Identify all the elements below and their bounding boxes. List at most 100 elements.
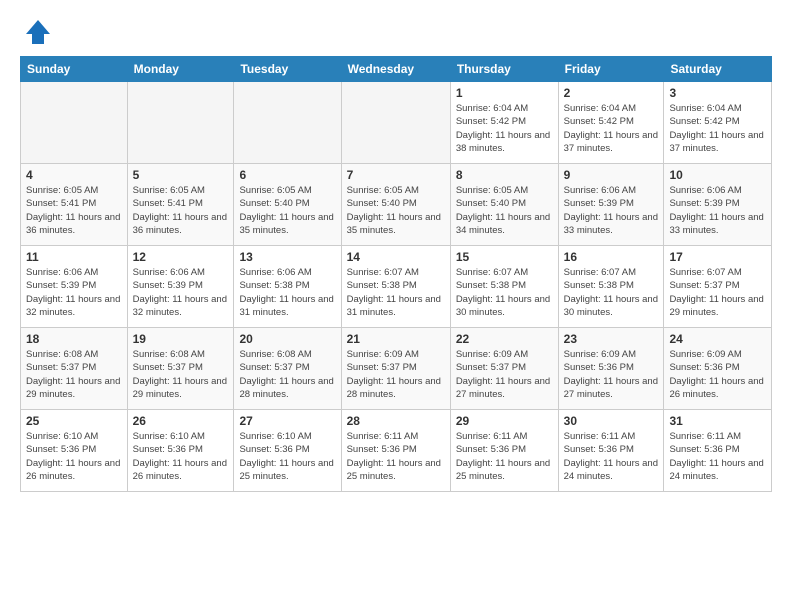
calendar-cell: 30Sunrise: 6:11 AM Sunset: 5:36 PM Dayli… xyxy=(558,410,664,492)
day-number: 5 xyxy=(133,168,229,182)
calendar-cell: 22 Sunrise: 6:09 AM Sunset: 5:37 PM Dayli… xyxy=(450,328,558,410)
day-number: 28 xyxy=(347,414,445,428)
day-number: 29 xyxy=(456,414,553,428)
day-info: Sunrise: 6:04 AM Sunset: 5:42 PM Dayligh… xyxy=(669,102,766,155)
calendar-cell: 12 Sunrise: 6:06 AM Sunset: 5:39 PM Dayli… xyxy=(127,246,234,328)
day-info: Sunrise: 6:11 AM Sunset: 5:36 PM Dayligh… xyxy=(456,430,553,483)
calendar-cell: 7Sunrise: 6:05 AM Sunset: 5:40 PM Daylig… xyxy=(341,164,450,246)
calendar-cell: 27Sunrise: 6:10 AM Sunset: 5:36 PM Dayli… xyxy=(234,410,341,492)
day-info: Sunrise: 6:09 AM Sunset: 5:36 PM Dayligh… xyxy=(564,348,659,401)
day-number: 14 xyxy=(347,250,445,264)
day-info: Sunrise: 6:10 AM Sunset: 5:36 PM Dayligh… xyxy=(26,430,122,483)
calendar-cell: 19 Sunrise: 6:08 AM Sunset: 5:37 PM Dayli… xyxy=(127,328,234,410)
day-number: 9 xyxy=(564,168,659,182)
day-info: Sunrise: 6:06 AM Sunset: 5:39 PM Dayligh… xyxy=(669,184,766,237)
calendar-cell: 20 Sunrise: 6:08 AM Sunset: 5:37 PM Dayli… xyxy=(234,328,341,410)
calendar-cell: 17 Sunrise: 6:07 AM Sunset: 5:37 PM Dayli… xyxy=(664,246,772,328)
day-info: Sunrise: 6:11 AM Sunset: 5:36 PM Dayligh… xyxy=(347,430,445,483)
day-info: Sunrise: 6:07 AM Sunset: 5:37 PM Dayligh… xyxy=(669,266,766,319)
calendar-cell: 13 Sunrise: 6:06 AM Sunset: 5:38 PM Dayli… xyxy=(234,246,341,328)
day-info: Sunrise: 6:04 AM Sunset: 5:42 PM Dayligh… xyxy=(456,102,553,155)
day-info: Sunrise: 6:06 AM Sunset: 5:39 PM Dayligh… xyxy=(133,266,229,319)
day-number: 18 xyxy=(26,332,122,346)
day-number: 8 xyxy=(456,168,553,182)
calendar-cell: 25 Sunrise: 6:10 AM Sunset: 5:36 PM Dayli… xyxy=(21,410,128,492)
day-info: Sunrise: 6:04 AM Sunset: 5:42 PM Dayligh… xyxy=(564,102,659,155)
calendar-cell: 3 Sunrise: 6:04 AM Sunset: 5:42 PM Daylig… xyxy=(664,82,772,164)
day-info: Sunrise: 6:05 AM Sunset: 5:41 PM Dayligh… xyxy=(26,184,122,237)
calendar-cell: 4 Sunrise: 6:05 AM Sunset: 5:41 PM Daylig… xyxy=(21,164,128,246)
week-row-4: 18 Sunrise: 6:08 AM Sunset: 5:37 PM Dayli… xyxy=(21,328,772,410)
day-number: 31 xyxy=(669,414,766,428)
calendar-cell: 28 Sunrise: 6:11 AM Sunset: 5:36 PM Dayli… xyxy=(341,410,450,492)
calendar-cell xyxy=(127,82,234,164)
day-info: Sunrise: 6:08 AM Sunset: 5:37 PM Dayligh… xyxy=(133,348,229,401)
weekday-header-sunday: Sunday xyxy=(21,57,128,82)
calendar-cell: 18Sunrise: 6:08 AM Sunset: 5:37 PM Dayli… xyxy=(21,328,128,410)
day-number: 6 xyxy=(239,168,335,182)
day-number: 21 xyxy=(347,332,445,346)
day-number: 1 xyxy=(456,86,553,100)
day-info: Sunrise: 6:05 AM Sunset: 5:40 PM Dayligh… xyxy=(456,184,553,237)
day-number: 16 xyxy=(564,250,659,264)
day-number: 23 xyxy=(564,332,659,346)
header xyxy=(20,16,772,46)
day-number: 30 xyxy=(564,414,659,428)
weekday-header-row: SundayMondayTuesdayWednesdayThursdayFrid… xyxy=(21,57,772,82)
calendar-cell: 6 Sunrise: 6:05 AM Sunset: 5:40 PM Daylig… xyxy=(234,164,341,246)
day-number: 20 xyxy=(239,332,335,346)
calendar-cell: 15 Sunrise: 6:07 AM Sunset: 5:38 PM Dayli… xyxy=(450,246,558,328)
day-info: Sunrise: 6:08 AM Sunset: 5:37 PM Dayligh… xyxy=(239,348,335,401)
calendar-cell: 26 Sunrise: 6:10 AM Sunset: 5:36 PM Dayli… xyxy=(127,410,234,492)
day-info: Sunrise: 6:05 AM Sunset: 5:41 PM Dayligh… xyxy=(133,184,229,237)
day-number: 19 xyxy=(133,332,229,346)
day-number: 13 xyxy=(239,250,335,264)
weekday-header-friday: Friday xyxy=(558,57,664,82)
day-info: Sunrise: 6:09 AM Sunset: 5:37 PM Dayligh… xyxy=(347,348,445,401)
calendar-cell: 29 Sunrise: 6:11 AM Sunset: 5:36 PM Dayli… xyxy=(450,410,558,492)
logo xyxy=(20,16,54,46)
day-number: 4 xyxy=(26,168,122,182)
day-number: 17 xyxy=(669,250,766,264)
day-number: 25 xyxy=(26,414,122,428)
calendar-cell: 14Sunrise: 6:07 AM Sunset: 5:38 PM Dayli… xyxy=(341,246,450,328)
calendar-cell: 8 Sunrise: 6:05 AM Sunset: 5:40 PM Daylig… xyxy=(450,164,558,246)
day-info: Sunrise: 6:10 AM Sunset: 5:36 PM Dayligh… xyxy=(133,430,229,483)
weekday-header-tuesday: Tuesday xyxy=(234,57,341,82)
weekday-header-wednesday: Wednesday xyxy=(341,57,450,82)
day-info: Sunrise: 6:11 AM Sunset: 5:36 PM Dayligh… xyxy=(669,430,766,483)
calendar-cell: 16 Sunrise: 6:07 AM Sunset: 5:38 PM Dayli… xyxy=(558,246,664,328)
calendar-cell: 5 Sunrise: 6:05 AM Sunset: 5:41 PM Daylig… xyxy=(127,164,234,246)
day-number: 11 xyxy=(26,250,122,264)
day-number: 26 xyxy=(133,414,229,428)
day-number: 3 xyxy=(669,86,766,100)
calendar-cell: 31 Sunrise: 6:11 AM Sunset: 5:36 PM Dayli… xyxy=(664,410,772,492)
day-info: Sunrise: 6:09 AM Sunset: 5:37 PM Dayligh… xyxy=(456,348,553,401)
calendar-cell xyxy=(234,82,341,164)
day-number: 22 xyxy=(456,332,553,346)
day-info: Sunrise: 6:07 AM Sunset: 5:38 PM Dayligh… xyxy=(564,266,659,319)
day-number: 15 xyxy=(456,250,553,264)
calendar: SundayMondayTuesdayWednesdayThursdayFrid… xyxy=(20,56,772,492)
day-info: Sunrise: 6:06 AM Sunset: 5:39 PM Dayligh… xyxy=(26,266,122,319)
calendar-cell: 10 Sunrise: 6:06 AM Sunset: 5:39 PM Dayli… xyxy=(664,164,772,246)
calendar-cell: 24Sunrise: 6:09 AM Sunset: 5:36 PM Dayli… xyxy=(664,328,772,410)
day-number: 2 xyxy=(564,86,659,100)
calendar-cell xyxy=(341,82,450,164)
day-info: Sunrise: 6:10 AM Sunset: 5:36 PM Dayligh… xyxy=(239,430,335,483)
calendar-cell: 11 Sunrise: 6:06 AM Sunset: 5:39 PM Dayli… xyxy=(21,246,128,328)
day-info: Sunrise: 6:07 AM Sunset: 5:38 PM Dayligh… xyxy=(456,266,553,319)
calendar-cell xyxy=(21,82,128,164)
day-info: Sunrise: 6:06 AM Sunset: 5:38 PM Dayligh… xyxy=(239,266,335,319)
day-info: Sunrise: 6:09 AM Sunset: 5:36 PM Dayligh… xyxy=(669,348,766,401)
calendar-cell: 2 Sunrise: 6:04 AM Sunset: 5:42 PM Daylig… xyxy=(558,82,664,164)
day-info: Sunrise: 6:06 AM Sunset: 5:39 PM Dayligh… xyxy=(564,184,659,237)
calendar-cell: 21 Sunrise: 6:09 AM Sunset: 5:37 PM Dayli… xyxy=(341,328,450,410)
calendar-cell: 23 Sunrise: 6:09 AM Sunset: 5:36 PM Dayli… xyxy=(558,328,664,410)
day-number: 12 xyxy=(133,250,229,264)
day-number: 10 xyxy=(669,168,766,182)
calendar-cell: 1 Sunrise: 6:04 AM Sunset: 5:42 PM Daylig… xyxy=(450,82,558,164)
week-row-1: 1 Sunrise: 6:04 AM Sunset: 5:42 PM Daylig… xyxy=(21,82,772,164)
week-row-5: 25 Sunrise: 6:10 AM Sunset: 5:36 PM Dayli… xyxy=(21,410,772,492)
day-info: Sunrise: 6:05 AM Sunset: 5:40 PM Dayligh… xyxy=(239,184,335,237)
